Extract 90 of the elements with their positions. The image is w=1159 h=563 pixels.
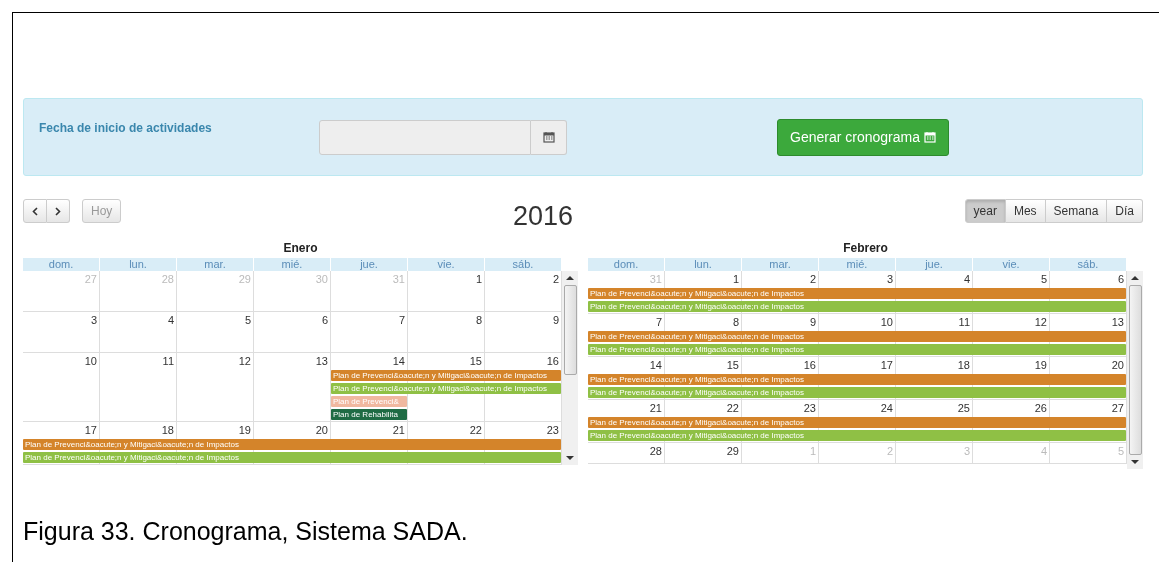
day-number[interactable]: 17	[880, 357, 896, 371]
day-number[interactable]: 10	[880, 314, 896, 328]
previous-button[interactable]	[23, 199, 47, 223]
month-title: Febrero	[842, 241, 889, 255]
weekday-header: lun.	[665, 258, 742, 271]
day-number[interactable]: 18	[161, 422, 177, 436]
calendar-icon	[542, 131, 555, 143]
next-button[interactable]	[47, 199, 70, 223]
day-number[interactable]: 5	[1040, 271, 1050, 285]
view-button[interactable]: Día	[1107, 199, 1143, 223]
day-number[interactable]: 6	[1117, 271, 1127, 285]
calendar-icon	[923, 131, 936, 143]
day-number[interactable]: 3	[90, 312, 100, 326]
up-arrow-icon[interactable]	[1131, 275, 1139, 281]
calendar-button[interactable]	[531, 119, 567, 155]
chevron-right-icon	[55, 206, 61, 216]
chevron-left-icon	[32, 206, 38, 216]
event-bar[interactable]: Plan de Rehabilita	[331, 409, 407, 420]
day-number[interactable]: 1	[732, 271, 742, 285]
day-number[interactable]: 2	[809, 271, 819, 285]
view-button[interactable]: Mes	[1005, 199, 1046, 223]
date-field[interactable]	[319, 119, 531, 155]
day-number[interactable]: 15	[726, 357, 742, 371]
day-number[interactable]: 14	[392, 353, 408, 367]
field-label: Fecha de inicio de actividades	[39, 121, 213, 135]
view-button[interactable]: year	[964, 199, 1006, 223]
weekday-header: mié.	[819, 258, 896, 271]
weekday-header: jue.	[896, 258, 973, 271]
day-number[interactable]: 11	[162, 353, 177, 367]
day-number[interactable]: 23	[546, 422, 562, 436]
day-number[interactable]: 24	[880, 400, 896, 414]
weekday-header: sáb.	[1050, 258, 1127, 271]
day-number[interactable]: 13	[1111, 314, 1127, 328]
day-number[interactable]: 26	[1034, 400, 1050, 414]
day-number[interactable]: 3	[886, 271, 896, 285]
day-number[interactable]: 20	[1111, 357, 1127, 371]
day-number[interactable]: 11	[958, 314, 973, 328]
weekday-header: jue.	[331, 258, 408, 271]
day-number[interactable]: 22	[469, 422, 485, 436]
weekday-header: vie.	[973, 258, 1050, 271]
day-number[interactable]: 4	[167, 312, 177, 326]
weekday-header: lun.	[100, 258, 177, 271]
day-number[interactable]: 16	[803, 357, 819, 371]
day-number[interactable]: 21	[649, 400, 665, 414]
weekday-header: mar.	[742, 258, 819, 271]
calendar-title: 2016	[511, 200, 574, 232]
day-number[interactable]: 8	[475, 312, 485, 326]
weekday-header: sáb.	[485, 258, 562, 271]
day-number[interactable]: 14	[649, 357, 665, 371]
day-number[interactable]: 9	[552, 312, 562, 326]
weekday-header: dom.	[23, 258, 100, 271]
day-number[interactable]: 1	[475, 271, 485, 285]
day-number[interactable]: 22	[726, 400, 742, 414]
day-number[interactable]: 23	[803, 400, 819, 414]
day-number[interactable]: 17	[84, 422, 100, 436]
figure-caption: Figura 33. Cronograma, Sistema SADA.	[23, 517, 469, 546]
day-number[interactable]: 18	[957, 357, 973, 371]
up-arrow-icon[interactable]	[566, 275, 574, 281]
weekday-header: mié.	[254, 258, 331, 271]
day-number[interactable]: 21	[392, 422, 408, 436]
day-number[interactable]: 5	[244, 312, 254, 326]
day-number[interactable]: 25	[957, 400, 973, 414]
scrollbar[interactable]	[562, 271, 578, 465]
day-number[interactable]: 27	[1111, 400, 1127, 414]
weekday-header: mar.	[177, 258, 254, 271]
day-number[interactable]: 7	[655, 314, 665, 328]
day-number[interactable]: 15	[469, 353, 485, 367]
day-number[interactable]: 9	[809, 314, 819, 328]
scrollbar[interactable]	[1127, 271, 1143, 469]
day-number[interactable]: 2	[552, 271, 562, 285]
day-number[interactable]: 8	[732, 314, 742, 328]
down-arrow-icon[interactable]	[1131, 459, 1139, 465]
weekday-header: vie.	[408, 258, 485, 271]
day-number[interactable]: 12	[238, 353, 254, 367]
view-button[interactable]: Semana	[1045, 199, 1108, 223]
down-arrow-icon[interactable]	[566, 455, 574, 461]
day-number[interactable]: 4	[963, 271, 973, 285]
day-number[interactable]: 7	[398, 312, 408, 326]
day-number[interactable]: 19	[1034, 357, 1050, 371]
day-number[interactable]: 13	[315, 353, 331, 367]
day-number[interactable]: 28	[649, 443, 665, 457]
day-number[interactable]: 16	[546, 353, 562, 367]
day-number[interactable]: 20	[315, 422, 331, 436]
day-number[interactable]: 29	[726, 443, 742, 457]
day-number[interactable]: 6	[321, 312, 331, 326]
day-number[interactable]: 19	[238, 422, 254, 436]
weekday-header: dom.	[588, 258, 665, 271]
month-title: Enero	[282, 241, 319, 255]
day-number[interactable]: 10	[84, 353, 100, 367]
day-number[interactable]: 12	[1034, 314, 1050, 328]
